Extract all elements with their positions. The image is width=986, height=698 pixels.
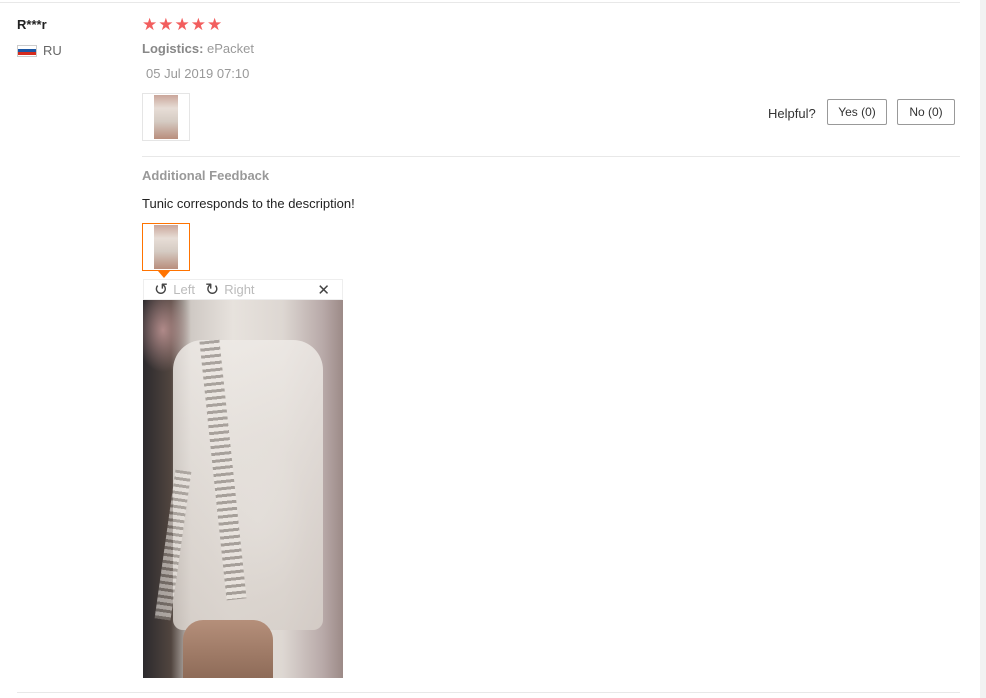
helpful-no-button[interactable]: No (0) [897,99,955,125]
logistics-label: Logistics: [142,41,204,56]
scrollbar[interactable] [980,0,986,698]
feedback-divider [142,156,960,157]
star-icon: ★ [174,15,190,34]
rotate-right-label: Right [224,282,255,297]
star-icon: ★ [190,15,206,34]
enlarged-review-photo [143,300,343,678]
helpful-yes-button[interactable]: Yes (0) [827,99,887,125]
rotate-left-button[interactable]: ↺ Left [154,281,195,298]
selected-thumbnail-pointer [158,271,170,278]
star-rating: ★ ★ ★ ★ ★ [142,16,222,34]
additional-photo-thumbnail[interactable] [142,223,190,271]
thumbnail-image [154,225,178,269]
additional-feedback-text: Tunic corresponds to the description! [142,196,355,211]
rotate-right-button[interactable]: ↻ Right [205,281,255,298]
helpful-label: Helpful? [768,106,816,121]
star-icon: ★ [142,15,158,34]
thumbnail-image [154,95,178,139]
photo-legs [183,620,273,678]
close-icon[interactable]: ✕ [317,281,330,299]
bottom-divider [17,692,960,693]
photo-dress [173,340,323,630]
country-code: RU [43,43,62,58]
reviewer-name: R***r [17,17,47,32]
top-divider [0,2,960,3]
rotate-left-icon: ↺ [154,280,169,299]
logistics-info: Logistics: ePacket [142,41,254,56]
star-icon: ★ [207,15,223,34]
logistics-value: ePacket [207,41,255,56]
review-photo-thumbnail[interactable] [142,93,190,141]
rotate-right-icon: ↻ [204,280,220,299]
image-viewer-toolbar: ↺ Left ↻ Right ✕ [143,279,343,300]
star-icon: ★ [158,15,174,34]
review-date: 05 Jul 2019 07:10 [146,66,250,81]
reviewer-country: RU [17,43,62,58]
rotate-left-label: Left [173,282,195,297]
additional-feedback-title: Additional Feedback [142,168,270,183]
russia-flag-icon [17,44,37,57]
